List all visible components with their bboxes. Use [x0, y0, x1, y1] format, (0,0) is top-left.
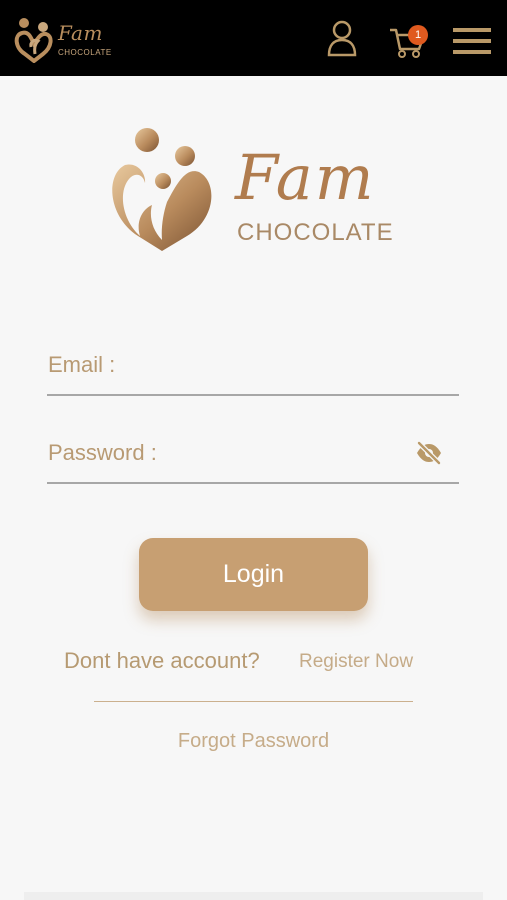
bottom-strip: [24, 892, 483, 900]
top-navbar: Fam CHOCOLATE 1: [0, 0, 507, 76]
email-input[interactable]: [167, 344, 421, 394]
email-label: Email :: [48, 352, 116, 377]
header-logo[interactable]: Fam CHOCOLATE: [14, 17, 124, 63]
divider: [94, 701, 413, 702]
user-icon[interactable]: [326, 20, 358, 58]
forgot-password-link[interactable]: Forgot Password: [0, 730, 507, 753]
header-logo-subtitle: CHOCOLATE: [58, 48, 112, 57]
register-now-link[interactable]: Register Now: [299, 651, 413, 673]
family-heart-logo-icon: [112, 128, 212, 251]
password-field: Password :: [47, 432, 459, 484]
main-logo-brand: Fam: [235, 141, 376, 214]
password-label: Password :: [48, 440, 157, 465]
no-account-prompt: Dont have account?: [64, 648, 260, 673]
eye-slash-icon[interactable]: [415, 441, 443, 465]
family-heart-logo-icon: [14, 18, 53, 63]
main-logo-subtitle: CHOCOLATE: [237, 219, 394, 246]
login-button[interactable]: Login: [139, 538, 368, 611]
cart-count-badge: 1: [408, 25, 428, 45]
register-row: Dont have account? Register Now: [0, 646, 507, 678]
email-field: Email :: [47, 344, 459, 396]
header-logo-brand: Fam: [58, 21, 103, 45]
hamburger-menu-icon[interactable]: [452, 26, 492, 56]
password-input[interactable]: [177, 432, 411, 482]
main-logo: Fam CHOCOLATE: [105, 125, 405, 257]
